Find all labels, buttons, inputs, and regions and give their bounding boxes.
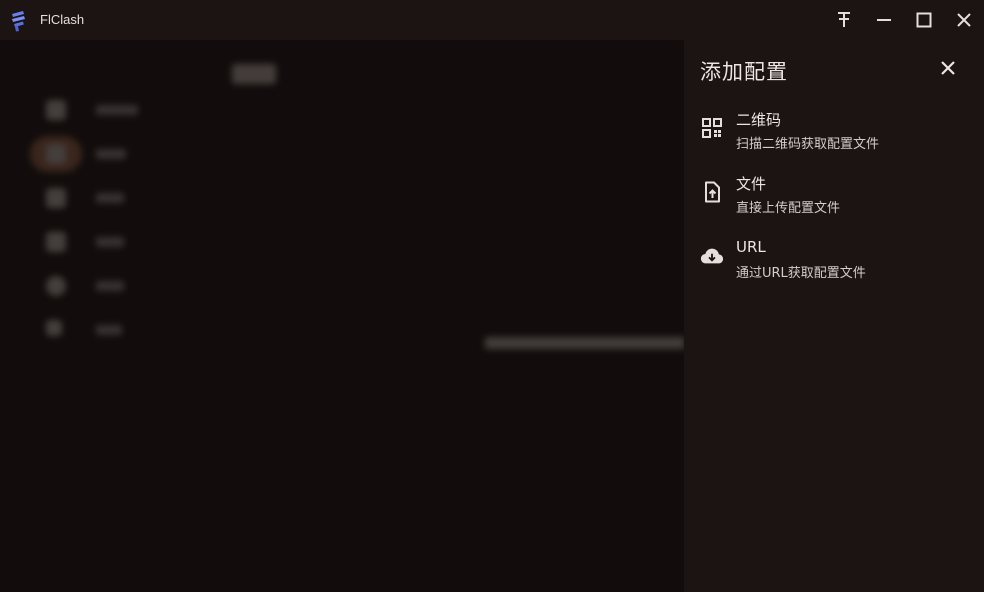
close-icon bbox=[941, 61, 955, 75]
flclash-logo-icon bbox=[12, 11, 25, 32]
option-url[interactable]: URL 通过URL获取配置文件 bbox=[684, 232, 984, 288]
window-close-button[interactable] bbox=[950, 6, 978, 34]
qr-code-icon bbox=[700, 116, 724, 140]
title-bar: FlClash bbox=[0, 0, 984, 40]
maximize-button[interactable] bbox=[910, 6, 938, 34]
app-title: FlClash bbox=[40, 12, 85, 27]
add-profile-panel: 添加配置 二维码 扫描二维码获取配置文件 文件 直接上传配置文件 URL 通过U… bbox=[684, 40, 984, 592]
pin-button[interactable] bbox=[830, 6, 858, 34]
option-title: 二维码 bbox=[736, 111, 782, 129]
blurred-nav-item bbox=[40, 272, 160, 300]
minimize-button[interactable] bbox=[870, 6, 898, 34]
cloud-download-icon bbox=[700, 244, 724, 268]
panel-close-button[interactable] bbox=[934, 54, 962, 82]
option-subtitle: 通过URL获取配置文件 bbox=[736, 266, 866, 281]
blurred-nav-item bbox=[40, 228, 160, 256]
option-qr-code[interactable]: 二维码 扫描二维码获取配置文件 bbox=[684, 102, 984, 158]
option-file[interactable]: 文件 直接上传配置文件 bbox=[684, 166, 984, 222]
option-title: URL bbox=[736, 238, 766, 256]
close-icon bbox=[957, 13, 971, 27]
blurred-nav-item-active bbox=[30, 136, 160, 172]
panel-title: 添加配置 bbox=[700, 60, 788, 84]
blurred-main-content bbox=[0, 40, 684, 592]
blurred-nav-item bbox=[40, 316, 160, 344]
minimize-icon bbox=[877, 19, 891, 21]
pin-icon bbox=[838, 12, 850, 27]
option-subtitle: 扫描二维码获取配置文件 bbox=[736, 137, 880, 152]
blurred-page-title bbox=[232, 64, 276, 84]
option-subtitle: 直接上传配置文件 bbox=[736, 201, 841, 216]
blurred-nav-item bbox=[40, 184, 160, 212]
option-title: 文件 bbox=[736, 175, 767, 193]
file-upload-icon bbox=[700, 180, 724, 204]
blurred-nav-item bbox=[40, 96, 160, 124]
blurred-empty-message bbox=[485, 337, 684, 349]
maximize-icon bbox=[916, 12, 932, 28]
